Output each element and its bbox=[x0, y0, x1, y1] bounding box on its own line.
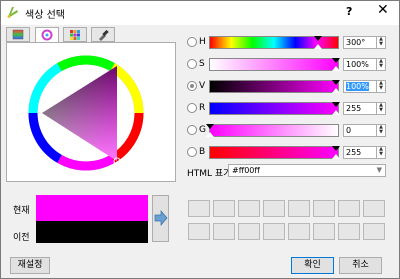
label-h: H bbox=[199, 37, 206, 47]
value-spinbox[interactable]: 100% ▲ ▼ bbox=[343, 80, 386, 93]
color-dialog: 색상 선택 ? ✕ H 300° ▲ ▼ S 100% ▲ ▼ V 100% ▲… bbox=[0, 0, 400, 279]
custom-color-well[interactable] bbox=[338, 223, 360, 240]
custom-color-well[interactable] bbox=[188, 223, 210, 240]
red-spinbox[interactable]: 255 ▲ ▼ bbox=[343, 102, 386, 115]
radio-h[interactable] bbox=[187, 37, 197, 47]
color-wheel-panel bbox=[6, 42, 176, 182]
tab-color-wheel[interactable] bbox=[35, 27, 59, 43]
previous-color-swatch[interactable] bbox=[36, 221, 148, 243]
close-button[interactable]: ✕ bbox=[377, 2, 389, 18]
arrow-right-icon bbox=[154, 210, 168, 226]
qgis-icon bbox=[7, 7, 18, 18]
custom-color-well[interactable] bbox=[363, 223, 385, 240]
hue-slider[interactable] bbox=[209, 36, 339, 49]
copy-color-button[interactable] bbox=[152, 195, 169, 242]
hue-spinbox[interactable]: 300° ▲ ▼ bbox=[343, 36, 386, 49]
color-picker-icon bbox=[99, 29, 109, 41]
custom-color-well[interactable] bbox=[363, 200, 385, 217]
color-ramp-icon bbox=[12, 29, 24, 40]
radio-s[interactable] bbox=[187, 59, 197, 69]
custom-color-well[interactable] bbox=[263, 200, 285, 217]
html-notation-label: HTML 표기 bbox=[187, 169, 232, 179]
tab-color-picker[interactable] bbox=[91, 27, 115, 42]
chevron-down-icon: ▼ bbox=[376, 166, 382, 174]
current-color-swatch bbox=[36, 195, 148, 221]
blue-spinbox[interactable]: 255 ▲ ▼ bbox=[343, 146, 386, 159]
tab-swatches[interactable] bbox=[63, 27, 87, 42]
window-title: 색상 선택 bbox=[25, 10, 65, 21]
radio-g[interactable] bbox=[187, 125, 197, 135]
current-label: 현재 bbox=[13, 206, 30, 216]
ok-button[interactable]: 확인 bbox=[291, 257, 334, 274]
label-g: G bbox=[199, 125, 206, 135]
tab-color-ramp[interactable] bbox=[6, 27, 30, 42]
saturation-slider[interactable] bbox=[209, 58, 340, 71]
html-color-value: #ff00ff bbox=[232, 166, 260, 175]
custom-color-well[interactable] bbox=[238, 200, 260, 217]
color-wheel[interactable] bbox=[7, 43, 175, 181]
green-slider[interactable] bbox=[206, 124, 339, 137]
custom-color-well[interactable] bbox=[288, 223, 310, 240]
custom-color-well[interactable] bbox=[213, 223, 235, 240]
html-color-combo[interactable]: #ff00ff ▼ bbox=[228, 164, 386, 177]
previous-label: 이전 bbox=[13, 233, 30, 243]
radio-b[interactable] bbox=[187, 147, 197, 157]
radio-r[interactable] bbox=[187, 103, 197, 113]
custom-color-well[interactable] bbox=[188, 200, 210, 217]
custom-color-well[interactable] bbox=[313, 223, 335, 240]
label-v: V bbox=[199, 81, 206, 91]
custom-color-well[interactable] bbox=[313, 200, 335, 217]
label-r: R bbox=[199, 103, 206, 113]
custom-color-well[interactable] bbox=[238, 223, 260, 240]
label-b: B bbox=[199, 147, 206, 157]
label-s: S bbox=[199, 59, 205, 69]
custom-color-well[interactable] bbox=[288, 200, 310, 217]
saturation-spinbox[interactable]: 100% ▲ ▼ bbox=[343, 58, 386, 71]
green-spinbox[interactable]: 0 ▲ ▼ bbox=[343, 124, 386, 137]
reset-button[interactable]: 재설정 bbox=[10, 257, 50, 274]
custom-color-well[interactable] bbox=[338, 200, 360, 217]
help-button[interactable]: ? bbox=[346, 5, 352, 18]
cancel-button[interactable]: 취소 bbox=[339, 257, 382, 274]
value-slider[interactable] bbox=[209, 80, 340, 93]
custom-color-well[interactable] bbox=[213, 200, 235, 217]
swatch-grid-icon bbox=[70, 30, 80, 40]
radio-v[interactable] bbox=[187, 81, 197, 91]
title-bar: 색상 선택 ? ✕ bbox=[1, 1, 399, 25]
custom-color-well[interactable] bbox=[263, 223, 285, 240]
red-slider[interactable] bbox=[209, 102, 340, 115]
color-wheel-icon bbox=[41, 29, 53, 41]
blue-slider[interactable] bbox=[209, 146, 340, 159]
